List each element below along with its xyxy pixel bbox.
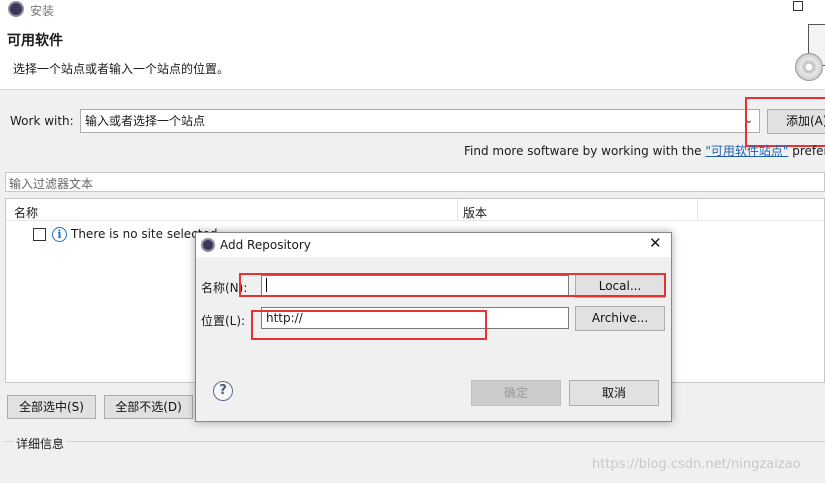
column-version[interactable]: 版本 bbox=[463, 204, 487, 221]
column-divider bbox=[697, 199, 698, 221]
filter-placeholder: 输入过滤器文本 bbox=[9, 177, 94, 191]
highlight-box bbox=[239, 273, 666, 297]
filter-input[interactable]: 输入过滤器文本 bbox=[5, 172, 825, 192]
dialog-title: Add Repository bbox=[220, 238, 311, 252]
table-header: 名称 版本 bbox=[6, 199, 824, 221]
find-more-text: Find more software by working with the "… bbox=[464, 144, 825, 158]
wizard-header: 可用软件 选择一个站点或者输入一个站点的位置。 bbox=[0, 20, 825, 90]
column-name[interactable]: 名称 bbox=[14, 204, 38, 221]
highlight-box bbox=[745, 97, 825, 147]
details-label: 详细信息 bbox=[14, 435, 67, 452]
location-label: 位置(L): bbox=[201, 314, 246, 328]
ok-button[interactable]: 确定 bbox=[471, 380, 561, 406]
deselect-all-button[interactable]: 全部不选(D) bbox=[104, 395, 193, 419]
available-sites-link[interactable]: "可用软件站点" bbox=[705, 144, 788, 158]
dialog-titlebar: Add Repository ✕ bbox=[196, 233, 671, 257]
work-with-combo[interactable]: 输入或者选择一个站点 ⌄ bbox=[80, 109, 760, 133]
page-title: 可用软件 bbox=[7, 33, 63, 49]
window-title: 安装 bbox=[30, 4, 55, 18]
cd-icon bbox=[795, 53, 823, 81]
info-icon: i bbox=[52, 227, 67, 242]
eclipse-app-icon bbox=[8, 1, 24, 17]
work-with-value: 输入或者选择一个站点 bbox=[85, 114, 206, 128]
highlight-box bbox=[251, 310, 487, 340]
work-with-label: Work with: bbox=[10, 114, 74, 128]
maximize-icon[interactable] bbox=[793, 1, 803, 11]
select-all-button[interactable]: 全部选中(S) bbox=[7, 395, 96, 419]
close-icon[interactable]: ✕ bbox=[649, 234, 662, 252]
add-repository-dialog: Add Repository ✕ 名称(N): Local... 位置(L): … bbox=[195, 232, 672, 422]
watermark-text: https://blog.csdn.net/ningzaizao bbox=[592, 457, 801, 472]
archive-button[interactable]: Archive... bbox=[575, 306, 665, 331]
cancel-button[interactable]: 取消 bbox=[569, 380, 659, 406]
window-titlebar: 安装 bbox=[0, 0, 825, 20]
page-subtitle: 选择一个站点或者输入一个站点的位置。 bbox=[13, 62, 230, 76]
column-divider bbox=[457, 199, 458, 221]
row-checkbox[interactable] bbox=[33, 228, 46, 241]
eclipse-app-icon bbox=[201, 238, 215, 252]
help-icon[interactable]: ? bbox=[213, 381, 233, 401]
